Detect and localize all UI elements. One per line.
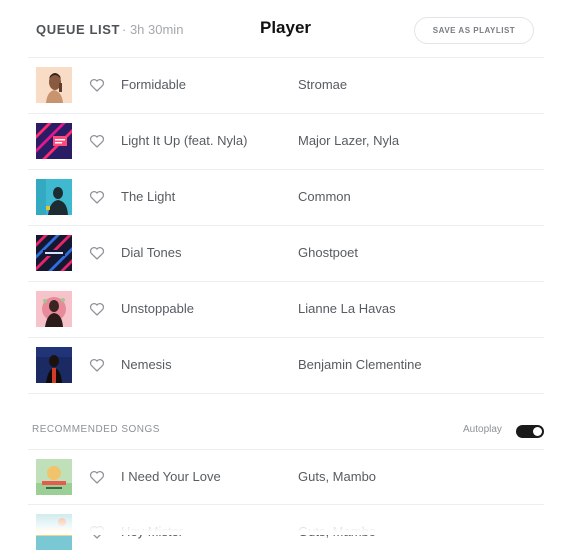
album-cover [36, 235, 72, 271]
heart-icon[interactable] [89, 77, 105, 93]
heart-icon[interactable] [89, 301, 105, 317]
heart-icon[interactable] [89, 245, 105, 261]
song-title: Light It Up (feat. Nyla) [121, 133, 248, 148]
queue-list-title: QUEUE LIST [36, 22, 121, 37]
queue-row[interactable]: Nemesis Benjamin Clementine [28, 337, 544, 393]
song-artist[interactable]: Ghostpoet [298, 245, 358, 260]
queue-row[interactable]: The Light Common [28, 169, 544, 225]
queue-row[interactable]: Light It Up (feat. Nyla) Major Lazer, Ny… [28, 113, 544, 169]
autoplay-label: Autoplay [463, 424, 502, 435]
heart-icon[interactable] [89, 469, 105, 485]
song-title: Formidable [121, 77, 187, 92]
album-cover [36, 347, 72, 383]
heart-icon[interactable] [89, 133, 105, 149]
heart-icon[interactable] [89, 357, 105, 373]
song-title: I Need Your Love [121, 469, 221, 484]
song-title: Nemesis [121, 357, 172, 372]
queue-row[interactable]: Unstoppable Lianne La Havas [28, 281, 544, 337]
song-artist[interactable]: Lianne La Havas [298, 301, 396, 316]
song-title: Dial Tones [121, 245, 182, 260]
song-artist[interactable]: Benjamin Clementine [298, 357, 422, 372]
heart-icon[interactable] [89, 189, 105, 205]
song-title: Unstoppable [121, 301, 194, 316]
song-artist[interactable]: Common [298, 189, 351, 204]
queue-row[interactable]: Dial Tones Ghostpoet [28, 225, 544, 281]
divider [28, 393, 544, 394]
queue-player-panel: QUEUE LIST · 3h 30min Player SAVE AS PLA… [0, 0, 578, 550]
song-title: The Light [121, 189, 176, 204]
album-cover [36, 67, 72, 103]
queue-row[interactable]: Formidable Stromae [28, 57, 544, 113]
recommended-row[interactable]: I Need Your Love Guts, Mambo [28, 449, 544, 505]
album-cover [36, 291, 72, 327]
song-artist[interactable]: Major Lazer, Nyla [298, 133, 399, 148]
queue-header: QUEUE LIST · 3h 30min Player SAVE AS PLA… [0, 0, 578, 58]
song-artist[interactable]: Stromae [298, 77, 347, 92]
song-artist[interactable]: Guts, Mambo [298, 469, 376, 484]
autoplay-toggle[interactable] [516, 425, 544, 438]
player-title: Player [260, 18, 312, 37]
save-as-playlist-button[interactable]: SAVE AS PLAYLIST [414, 17, 534, 44]
recommended-songs-label: RECOMMENDED SONGS [32, 424, 160, 435]
album-cover [36, 459, 72, 495]
queue-duration: · 3h 30min [122, 22, 184, 37]
toggle-knob [533, 427, 542, 436]
album-cover [36, 123, 72, 159]
scroll-fade [0, 505, 578, 535]
album-cover [36, 179, 72, 215]
